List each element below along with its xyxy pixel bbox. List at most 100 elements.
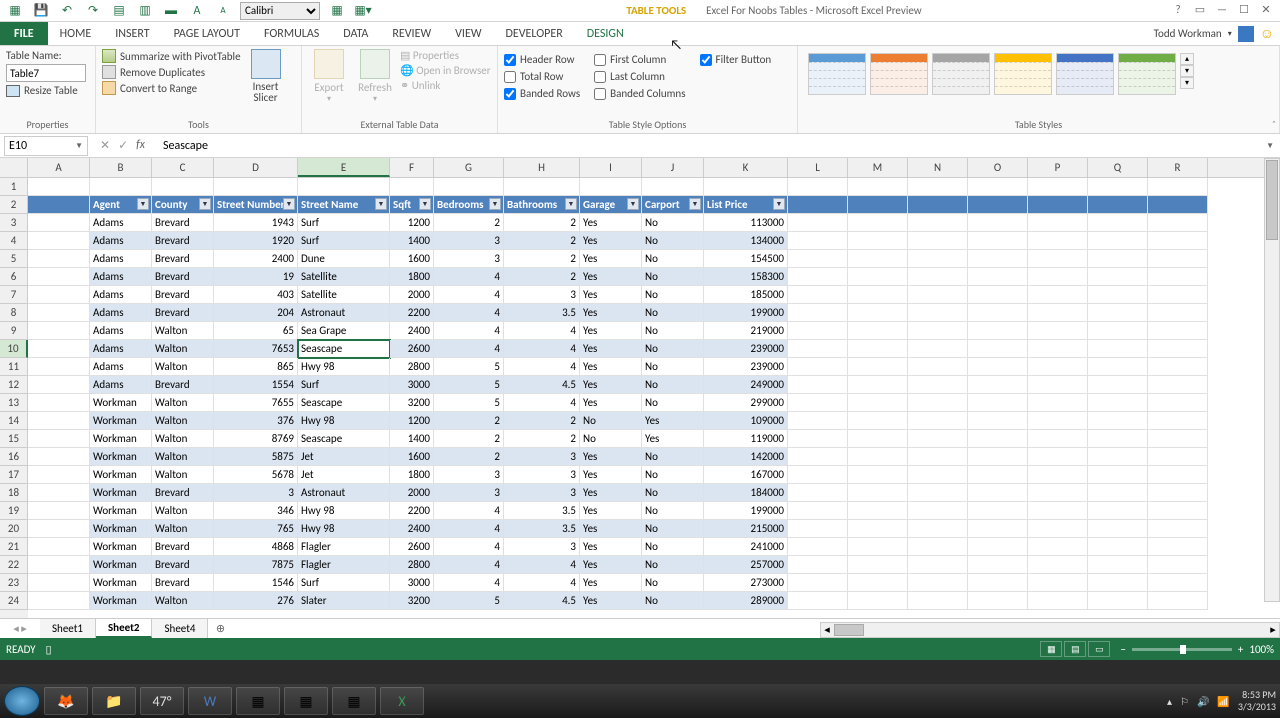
cell[interactable]: [1088, 286, 1148, 304]
cell[interactable]: [848, 250, 908, 268]
cell[interactable]: [1028, 466, 1088, 484]
table-header-cell[interactable]: County▼: [152, 196, 214, 214]
sheet-tab[interactable]: Sheet2: [96, 619, 153, 638]
close-icon[interactable]: ✕: [1258, 3, 1274, 19]
cell[interactable]: 7875: [214, 556, 298, 574]
cell[interactable]: 3.5: [504, 502, 580, 520]
cell[interactable]: [908, 304, 968, 322]
cell[interactable]: Yes: [580, 340, 642, 358]
cell[interactable]: 113000: [704, 214, 788, 232]
column-header[interactable]: D: [214, 158, 298, 177]
row-header[interactable]: 3: [0, 214, 28, 232]
cell[interactable]: 3: [504, 466, 580, 484]
cell[interactable]: Surf: [298, 232, 390, 250]
cell[interactable]: [908, 376, 968, 394]
cell[interactable]: 4: [434, 574, 504, 592]
cell[interactable]: [1028, 538, 1088, 556]
cell[interactable]: [848, 574, 908, 592]
filter-dropdown-icon[interactable]: ▼: [689, 198, 701, 210]
firefox-icon[interactable]: 🦊: [44, 687, 88, 715]
minimize-icon[interactable]: —: [1214, 3, 1230, 19]
filter-button-checkbox[interactable]: Filter Button: [700, 53, 772, 66]
cell[interactable]: Yes: [580, 214, 642, 232]
cell[interactable]: 2800: [390, 556, 434, 574]
redo-icon[interactable]: ↷: [84, 2, 102, 20]
cell[interactable]: 142000: [704, 448, 788, 466]
cell[interactable]: Workman: [90, 592, 152, 610]
cell[interactable]: [1028, 340, 1088, 358]
cell[interactable]: [908, 484, 968, 502]
row-header[interactable]: 21: [0, 538, 28, 556]
cell[interactable]: 5: [434, 592, 504, 610]
cell[interactable]: 3000: [390, 376, 434, 394]
horizontal-scrollbar[interactable]: ◂▸: [820, 622, 1280, 638]
zoom-in-button[interactable]: +: [1238, 643, 1243, 656]
cell[interactable]: [1088, 358, 1148, 376]
cell[interactable]: [1028, 322, 1088, 340]
cell[interactable]: Adams: [90, 232, 152, 250]
cell[interactable]: [28, 574, 90, 592]
cell[interactable]: [788, 502, 848, 520]
filter-dropdown-icon[interactable]: ▼: [375, 198, 387, 210]
explorer-icon[interactable]: 📁: [92, 687, 136, 715]
cell[interactable]: 4: [434, 556, 504, 574]
cell[interactable]: 239000: [704, 358, 788, 376]
cell[interactable]: [968, 196, 1028, 214]
cell[interactable]: [1088, 574, 1148, 592]
cell[interactable]: [1148, 574, 1208, 592]
filter-dropdown-icon[interactable]: ▼: [627, 198, 639, 210]
cell[interactable]: [1148, 250, 1208, 268]
cell[interactable]: Adams: [90, 340, 152, 358]
cell[interactable]: [1088, 376, 1148, 394]
cell[interactable]: Yes: [580, 232, 642, 250]
cell[interactable]: Workman: [90, 448, 152, 466]
select-all-corner[interactable]: [0, 158, 28, 177]
cell[interactable]: 7653: [214, 340, 298, 358]
cell[interactable]: 4: [434, 340, 504, 358]
app-icon[interactable]: ▦: [236, 687, 280, 715]
cell[interactable]: 1400: [390, 430, 434, 448]
cell[interactable]: [788, 592, 848, 610]
cell[interactable]: [848, 196, 908, 214]
cell[interactable]: [1088, 268, 1148, 286]
cell[interactable]: Adams: [90, 268, 152, 286]
tray-icon[interactable]: 🔊: [1197, 695, 1209, 708]
cell[interactable]: [848, 304, 908, 322]
cell[interactable]: [788, 250, 848, 268]
cell[interactable]: Yes: [580, 394, 642, 412]
cell[interactable]: [848, 520, 908, 538]
table-header-cell[interactable]: Street Name▼: [298, 196, 390, 214]
cell[interactable]: [1148, 178, 1208, 196]
cell[interactable]: 346: [214, 502, 298, 520]
cell[interactable]: 119000: [704, 430, 788, 448]
cell[interactable]: [1088, 502, 1148, 520]
cell[interactable]: Yes: [580, 538, 642, 556]
cell[interactable]: 5678: [214, 466, 298, 484]
cell[interactable]: [28, 556, 90, 574]
filter-dropdown-icon[interactable]: ▼: [199, 198, 211, 210]
cell[interactable]: [298, 178, 390, 196]
cell[interactable]: 1546: [214, 574, 298, 592]
cell[interactable]: [90, 178, 152, 196]
word-icon[interactable]: W: [188, 687, 232, 715]
cell[interactable]: Walton: [152, 520, 214, 538]
cell[interactable]: 1800: [390, 268, 434, 286]
user-name[interactable]: Todd Workman: [1154, 27, 1222, 40]
cell[interactable]: 4: [504, 340, 580, 358]
cell[interactable]: 219000: [704, 322, 788, 340]
cell[interactable]: Adams: [90, 376, 152, 394]
cell[interactable]: 2: [504, 268, 580, 286]
cell[interactable]: [580, 178, 642, 196]
cell[interactable]: 154500: [704, 250, 788, 268]
cell[interactable]: 2: [504, 250, 580, 268]
cell[interactable]: 4: [504, 556, 580, 574]
column-header[interactable]: O: [968, 158, 1028, 177]
sheet-tab[interactable]: Sheet4: [152, 619, 208, 638]
cell[interactable]: 5: [434, 376, 504, 394]
cell[interactable]: [908, 466, 968, 484]
font-size-icon[interactable]: A: [214, 2, 232, 20]
cell[interactable]: Seascape: [298, 340, 390, 358]
cell[interactable]: [1088, 430, 1148, 448]
cell[interactable]: [848, 268, 908, 286]
cell[interactable]: No: [642, 322, 704, 340]
